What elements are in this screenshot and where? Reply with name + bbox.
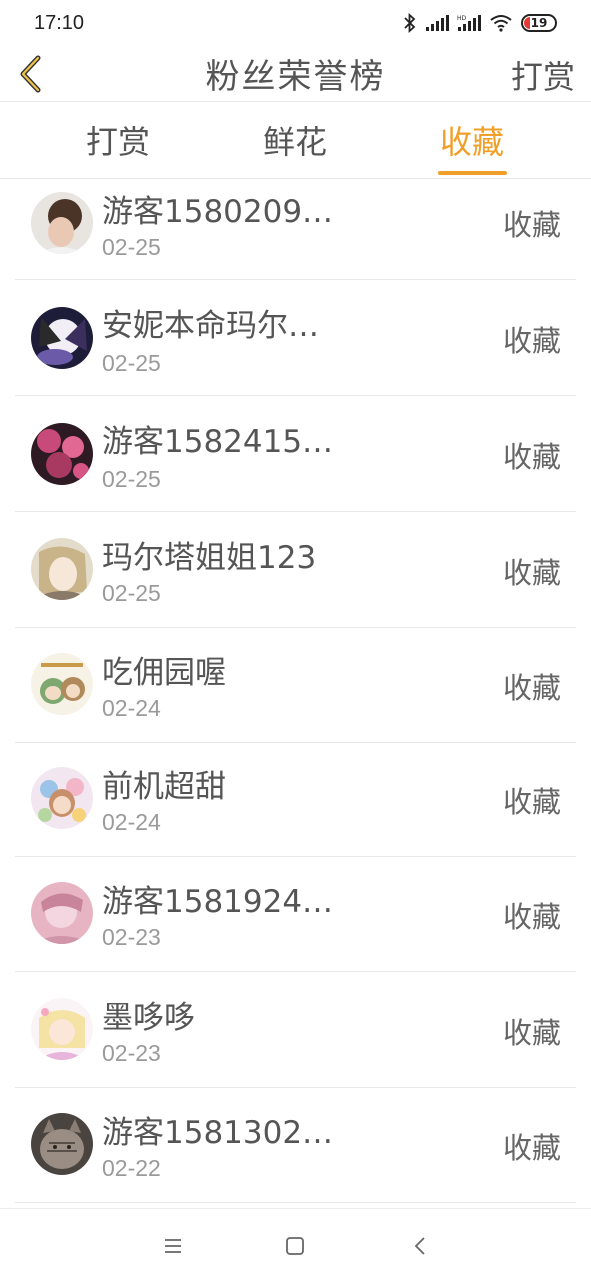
signal-icon bbox=[426, 15, 449, 31]
item-date: 02-24 bbox=[102, 809, 161, 835]
avatar bbox=[31, 1113, 93, 1175]
list-item[interactable]: 前机超甜 02-24 收藏 bbox=[15, 741, 576, 857]
list-item[interactable]: 游客1580209… 02-25 收藏 bbox=[15, 164, 576, 280]
battery-level: 19 bbox=[530, 16, 548, 30]
back-button[interactable] bbox=[12, 54, 48, 94]
item-action[interactable]: 收藏 bbox=[503, 550, 561, 592]
square-icon bbox=[286, 1237, 304, 1255]
item-action[interactable]: 收藏 bbox=[503, 894, 561, 936]
tab-reward[interactable]: 打赏 bbox=[86, 117, 150, 163]
nav-back-button[interactable] bbox=[405, 1231, 435, 1261]
user-name: 游客1582415… bbox=[102, 424, 334, 460]
user-name: 墨哆哆 bbox=[102, 1000, 195, 1036]
item-date: 02-24 bbox=[102, 695, 161, 721]
list-item[interactable]: 游客1582415… 02-25 收藏 bbox=[15, 396, 576, 512]
avatar bbox=[31, 998, 93, 1060]
signal-hd-icon: HD bbox=[457, 15, 481, 31]
reward-button[interactable]: 打赏 bbox=[511, 52, 575, 98]
user-name: 游客1580209… bbox=[102, 194, 334, 230]
page-title: 粉丝荣誉榜 bbox=[205, 57, 386, 97]
nav-menu-button[interactable] bbox=[158, 1231, 188, 1261]
avatar bbox=[31, 192, 93, 254]
avatar bbox=[31, 307, 93, 369]
system-nav-bar bbox=[0, 1208, 591, 1280]
avatar bbox=[31, 882, 93, 944]
avatar bbox=[31, 423, 93, 485]
item-action[interactable]: 收藏 bbox=[503, 318, 561, 360]
status-icons: HD 19 bbox=[403, 13, 557, 33]
header: 粉丝荣誉榜 打赏 bbox=[0, 46, 591, 102]
list-item[interactable]: 玛尔塔姐姐123 02-25 收藏 bbox=[15, 512, 576, 628]
item-action[interactable]: 收藏 bbox=[503, 1125, 561, 1167]
item-action[interactable]: 收藏 bbox=[503, 779, 561, 821]
avatar bbox=[31, 653, 93, 715]
item-date: 02-25 bbox=[102, 234, 161, 260]
item-date: 02-25 bbox=[102, 580, 161, 606]
nav-home-button[interactable] bbox=[280, 1231, 310, 1261]
item-date: 02-25 bbox=[102, 466, 161, 492]
user-name: 游客1581924… bbox=[102, 884, 334, 920]
item-date: 02-23 bbox=[102, 924, 161, 950]
user-name: 吃佣园喔 bbox=[102, 655, 226, 691]
item-action[interactable]: 收藏 bbox=[503, 202, 561, 244]
wifi-icon bbox=[490, 15, 512, 32]
bluetooth-icon bbox=[404, 13, 416, 33]
list-item[interactable]: 墨哆哆 02-23 收藏 bbox=[15, 972, 576, 1088]
list-item[interactable]: 游客1581924… 02-23 收藏 bbox=[15, 856, 576, 972]
list-item[interactable]: 游客1581302… 02-22 收藏 bbox=[15, 1087, 576, 1203]
tab-favorites[interactable]: 收藏 bbox=[440, 117, 504, 163]
list-item[interactable]: 安妮本命玛尔… 02-25 收藏 bbox=[15, 280, 576, 396]
item-action[interactable]: 收藏 bbox=[503, 665, 561, 707]
list-item[interactable]: 吃佣园喔 02-24 收藏 bbox=[15, 627, 576, 743]
battery-icon: 19 bbox=[521, 14, 557, 32]
back-icon bbox=[414, 1237, 425, 1255]
status-bar: 17:10 HD 19 bbox=[0, 0, 591, 46]
user-name: 玛尔塔姐姐123 bbox=[102, 540, 317, 576]
item-action[interactable]: 收藏 bbox=[503, 434, 561, 476]
item-date: 02-25 bbox=[102, 350, 161, 376]
avatar bbox=[31, 538, 93, 600]
svg-text:HD: HD bbox=[457, 15, 467, 22]
tab-flowers[interactable]: 鲜花 bbox=[263, 117, 327, 163]
item-date: 02-22 bbox=[102, 1155, 161, 1181]
user-name: 前机超甜 bbox=[102, 769, 226, 805]
avatar bbox=[31, 767, 93, 829]
item-date: 02-23 bbox=[102, 1040, 161, 1066]
status-time: 17:10 bbox=[34, 11, 85, 34]
menu-icon bbox=[165, 1239, 181, 1253]
chevron-left-icon bbox=[20, 55, 41, 93]
user-name: 安妮本命玛尔… bbox=[102, 308, 319, 344]
item-action[interactable]: 收藏 bbox=[503, 1010, 561, 1052]
user-name: 游客1581302… bbox=[102, 1115, 334, 1151]
